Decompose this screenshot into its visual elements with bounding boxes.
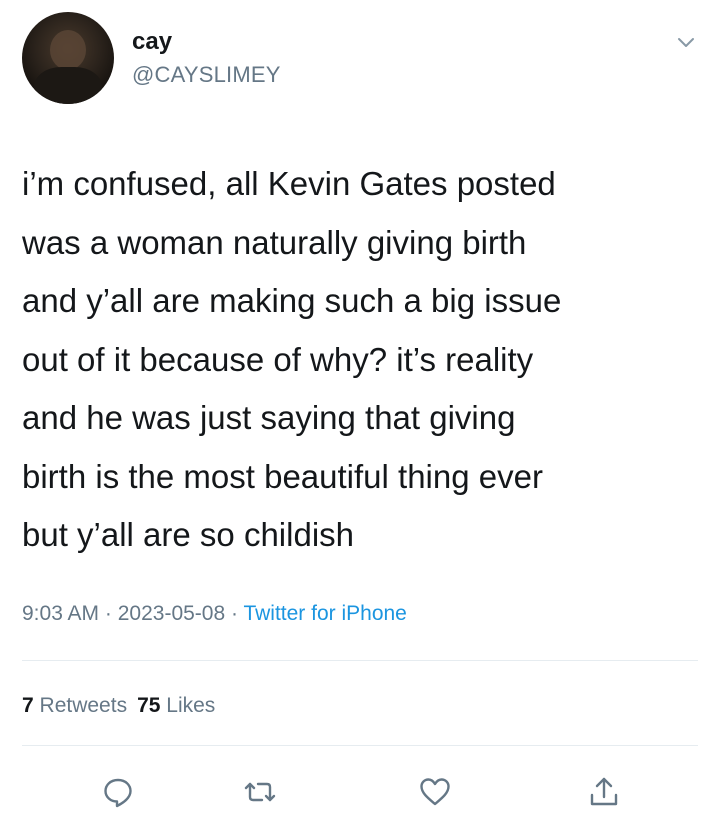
reply-icon[interactable] (98, 772, 138, 812)
chevron-down-icon[interactable] (676, 36, 696, 50)
tweet-time[interactable]: 9:03 AM (22, 602, 99, 625)
author-display-name[interactable]: cay (132, 28, 172, 56)
like-icon[interactable] (415, 772, 455, 812)
avatar-head-shape (50, 30, 86, 70)
author-handle[interactable]: @CAYSLIMEY (132, 62, 281, 88)
meta-separator: · (99, 602, 118, 625)
tweet-stats: 7 Retweets 75 Likes (22, 694, 215, 718)
retweets-label: Retweets (39, 694, 128, 717)
tweet-text: i’m confused, all Kevin Gates posted was… (22, 165, 562, 553)
retweets-stat[interactable]: 7 Retweets (22, 694, 127, 717)
likes-count: 75 (137, 694, 161, 717)
avatar-body-shape (34, 67, 102, 104)
retweets-count: 7 (22, 694, 34, 717)
likes-stat[interactable]: 75 Likes (137, 694, 215, 717)
share-icon[interactable] (584, 772, 624, 812)
tweet-date[interactable]: 2023-05-08 (118, 602, 225, 625)
retweet-icon[interactable] (240, 772, 280, 812)
meta-separator: · (225, 602, 244, 625)
tweet-source-link[interactable]: Twitter for iPhone (243, 602, 406, 625)
divider (22, 660, 698, 661)
avatar[interactable] (22, 12, 114, 104)
divider (22, 745, 698, 746)
likes-label: Likes (166, 694, 216, 717)
tweet-meta: 9:03 AM · 2023-05-08 · Twitter for iPhon… (22, 602, 407, 626)
